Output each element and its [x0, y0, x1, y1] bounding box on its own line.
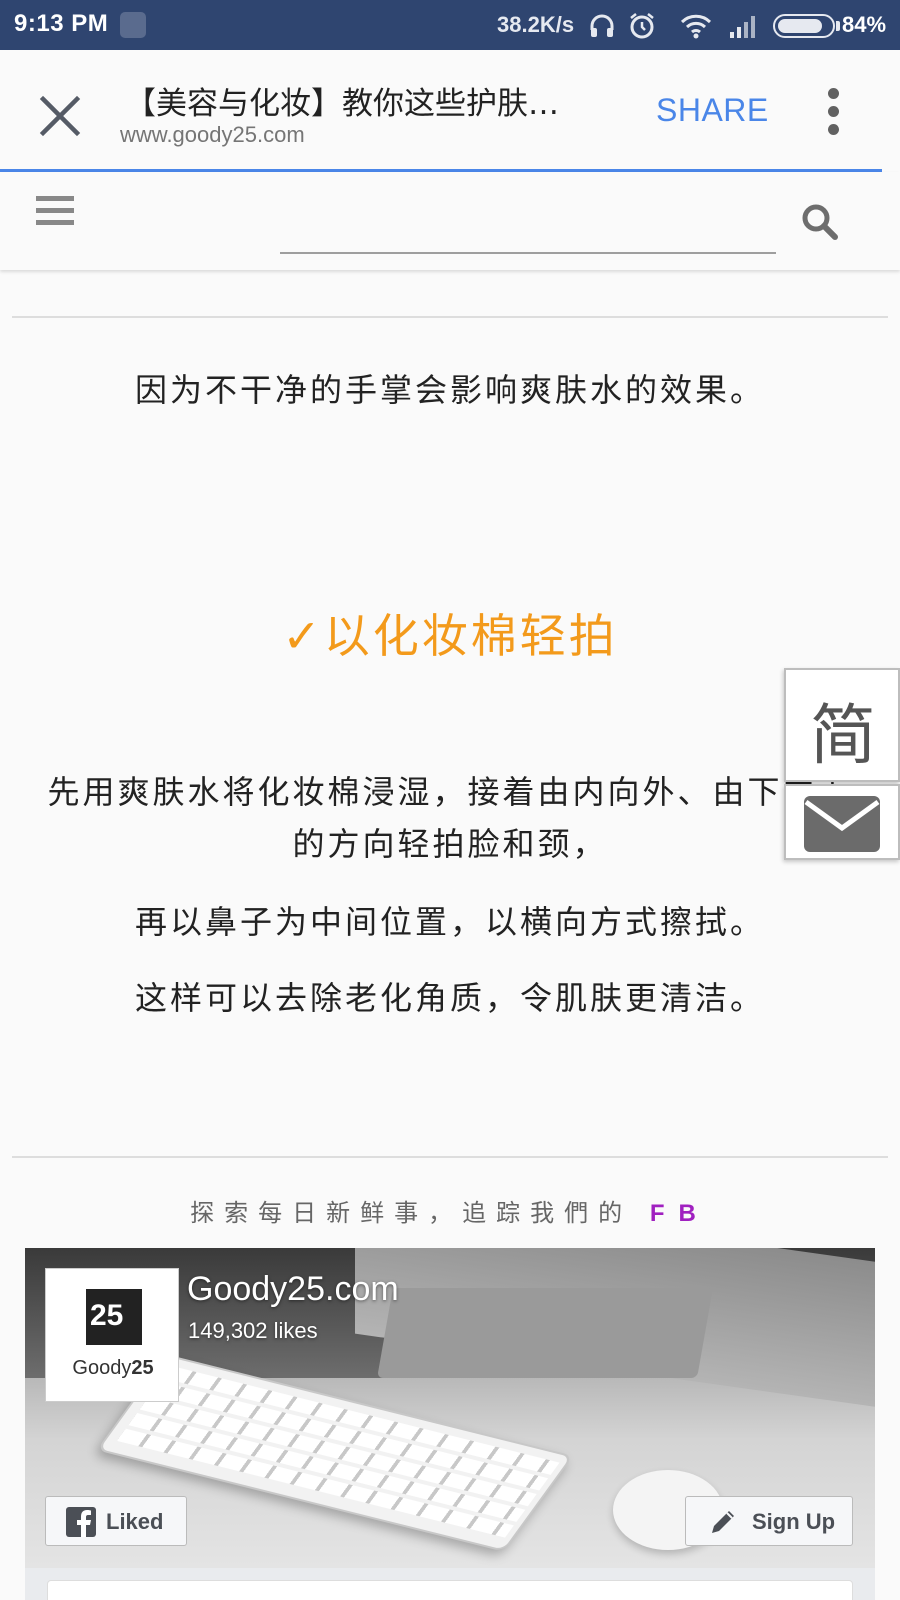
mail-button[interactable] [784, 784, 900, 860]
logo-mark-number: 25 [90, 1299, 124, 1332]
pencil-icon [712, 1511, 734, 1533]
checkmark-icon: ✓ [282, 609, 324, 663]
logo-wordmark: Goody25 [72, 1357, 154, 1379]
battery-icon [773, 14, 835, 38]
follow-fb-label[interactable]: FB [650, 1200, 710, 1227]
simplified-chinese-label: 简 [810, 697, 876, 774]
facebook-widget-footer [25, 1568, 875, 1600]
battery-level-fill [778, 19, 822, 33]
follow-prompt: 探索每日新鲜事，追踪我們的 FB [0, 1193, 900, 1228]
article-paragraph: 再以鼻子为中间位置，以横向方式擦拭。 [134, 903, 765, 941]
facebook-page-widget[interactable]: 25 Goody25 Goody25.com 149,302 likes Lik… [25, 1248, 875, 1568]
sign-up-label: Sign Up [752, 1509, 836, 1534]
follow-text: 探索每日新鲜事，追踪我們的 [190, 1199, 633, 1227]
page-logo[interactable]: 25 Goody25 [45, 1268, 179, 1402]
article-paragraph-line: 先用爽肤水将化妆棉浸湿，接着由内向外、由下向上 [47, 773, 853, 811]
liked-label: Liked [106, 1509, 164, 1534]
status-time: 9:13 PM [14, 10, 109, 37]
site-header [0, 172, 900, 270]
share-button[interactable]: SHARE [656, 92, 769, 129]
liked-button[interactable]: Liked [45, 1496, 187, 1546]
status-bar: 9:13 PM 38.2K/s 84% [0, 0, 900, 50]
mail-icon [804, 796, 880, 852]
search-icon[interactable] [800, 202, 840, 242]
signal-icon [730, 16, 755, 38]
page-title: 【美容与化妆】教你这些护肤… [125, 86, 559, 122]
custom-tab-toolbar: 【美容与化妆】教你这些护肤… www.goody25.com SHARE [0, 50, 900, 173]
facebook-icon [66, 1507, 96, 1537]
cover-photo-monitor-stand [377, 1288, 713, 1378]
facebook-post-card[interactable] [47, 1580, 853, 1600]
article-paragraph-line: 的方向轻拍脸和颈， [292, 825, 608, 863]
battery-tip [836, 21, 840, 31]
close-icon[interactable] [30, 86, 90, 146]
article-paragraph: 因为不干净的手掌会影响爽肤水的效果。 [134, 371, 765, 409]
fb-like-count: 149,302 likes [188, 1318, 318, 1343]
fb-page-name[interactable]: Goody25.com [187, 1270, 399, 1309]
article-paragraph: 这样可以去除老化角质，令肌肤更清洁。 [134, 979, 765, 1017]
screenshot-icon [120, 12, 146, 38]
simplified-chinese-button[interactable]: 简 [784, 668, 900, 782]
search-input[interactable] [280, 252, 776, 254]
section-heading-text: 以化妆棉轻拍 [323, 609, 618, 663]
section-heading: ✓以化妆棉轻拍 [0, 600, 900, 666]
sign-up-button[interactable]: Sign Up [685, 1496, 853, 1546]
more-options-icon[interactable] [822, 86, 846, 138]
headphones-icon [590, 14, 614, 37]
page-url: www.goody25.com [120, 122, 305, 147]
section-divider [12, 1156, 888, 1158]
wifi-icon [680, 14, 712, 39]
network-speed: 38.2K/s [497, 12, 575, 37]
battery-percent: 84% [842, 12, 887, 37]
hamburger-icon[interactable] [36, 194, 76, 226]
section-divider [12, 316, 888, 318]
alarm-icon [630, 13, 654, 39]
